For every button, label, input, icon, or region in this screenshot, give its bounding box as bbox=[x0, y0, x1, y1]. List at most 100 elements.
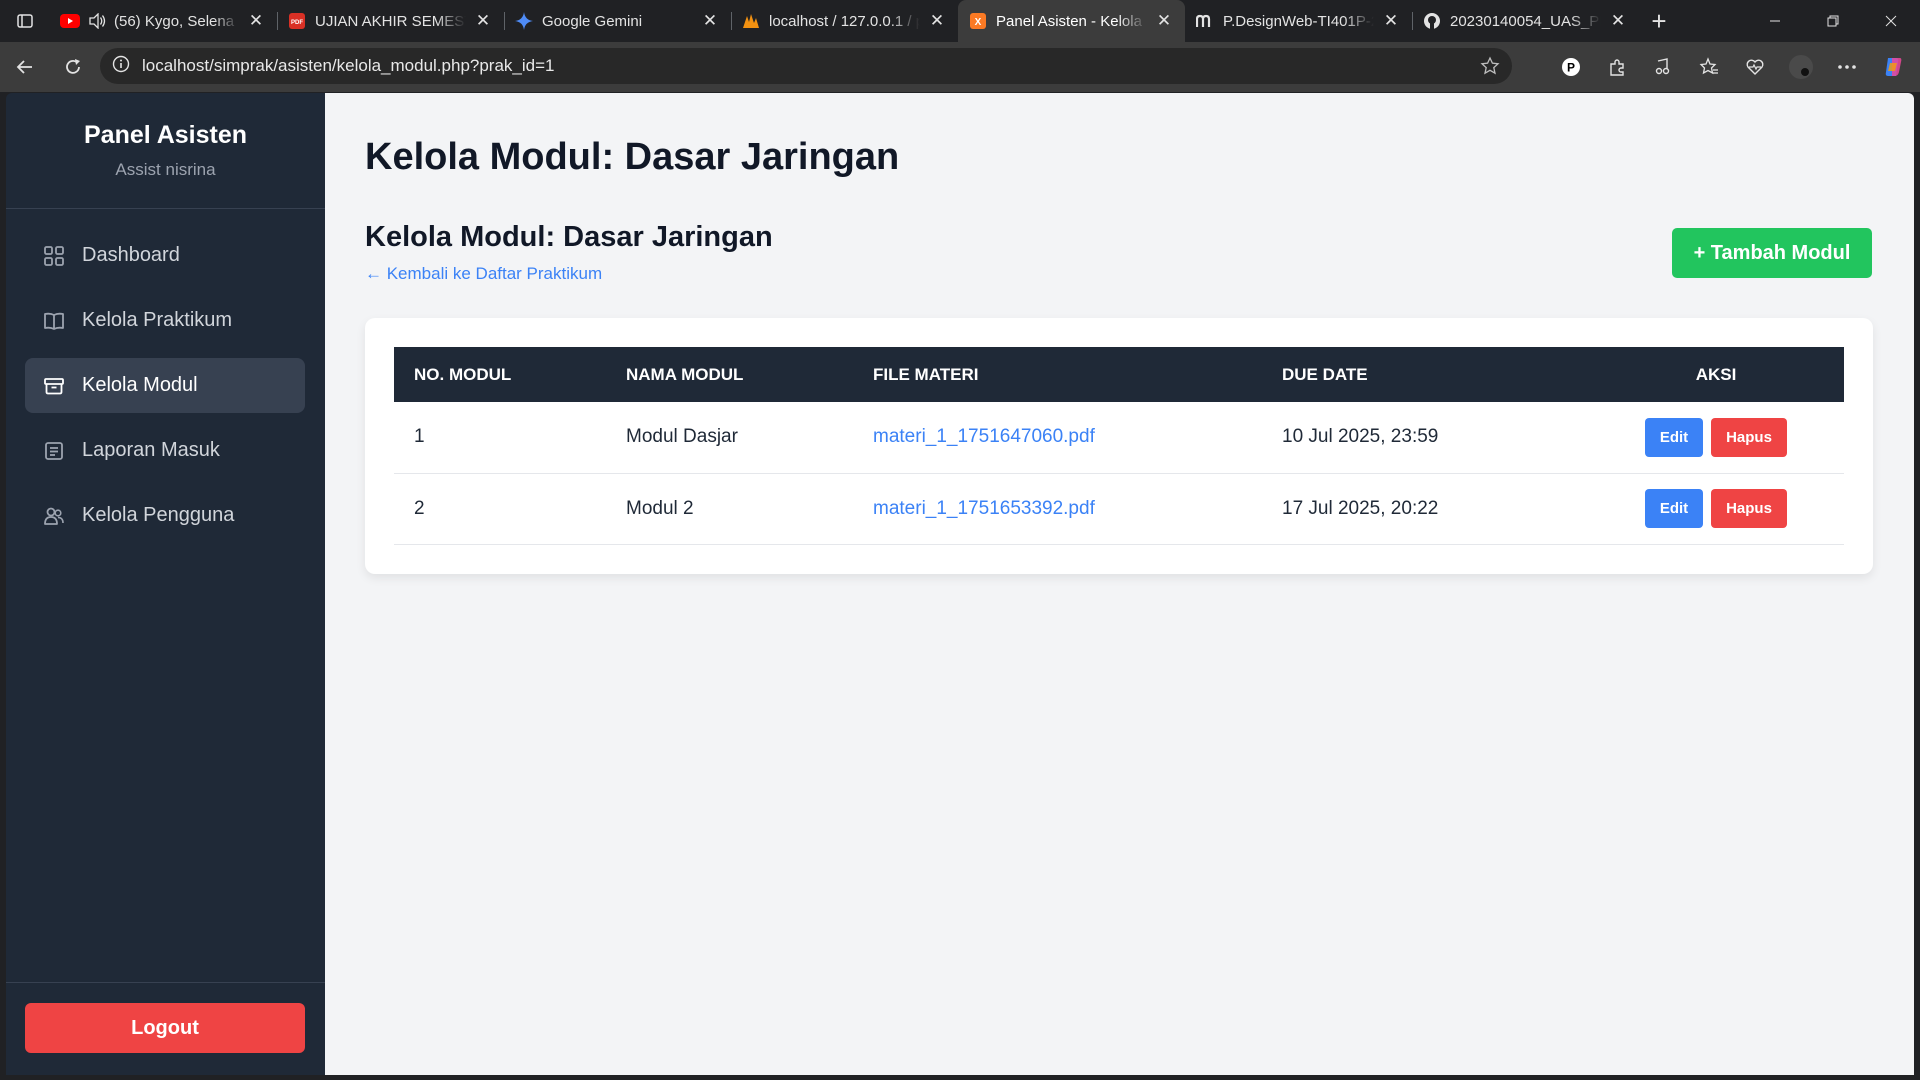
close-tab-icon[interactable]: ✕ bbox=[928, 11, 946, 30]
browser-tab[interactable]: P.DesignWeb-TI401P-2 ✕ bbox=[1185, 0, 1412, 42]
tab-title: (56) Kygo, Selena bbox=[114, 12, 235, 30]
speaker-icon[interactable] bbox=[88, 13, 106, 29]
restore-icon[interactable] bbox=[1804, 0, 1862, 42]
sidebar-item-kelola-praktikum[interactable]: Kelola Praktikum bbox=[25, 293, 305, 348]
section-title: Kelola Modul: Dasar Jaringan bbox=[365, 221, 773, 253]
add-module-button[interactable]: + Tambah Modul bbox=[1672, 228, 1872, 278]
close-tab-icon[interactable]: ✕ bbox=[474, 11, 492, 30]
logout-button[interactable]: Logout bbox=[25, 1003, 305, 1053]
browser-tab[interactable]: Google Gemini ✕ bbox=[504, 0, 731, 42]
modules-table-card: NO. MODUL NAMA MODUL FILE MATERI DUE DAT… bbox=[365, 318, 1873, 574]
edit-button[interactable]: Edit bbox=[1645, 417, 1703, 457]
browser-tab[interactable]: 20230140054_UAS_PD ✕ bbox=[1412, 0, 1639, 42]
web-page: Panel Asisten Assist nisrina Dashboard K… bbox=[6, 93, 1914, 1075]
table-row: 2 Modul 2 materi_1_1751653392.pdf 17 Jul… bbox=[394, 473, 1844, 544]
media-control-icon[interactable] bbox=[1640, 47, 1686, 87]
module-file-link[interactable]: materi_1_1751647060.pdf bbox=[873, 426, 1095, 447]
close-tab-icon[interactable]: ✕ bbox=[1609, 11, 1627, 30]
tab-title: localhost / 127.0.0.1 / p bbox=[769, 12, 920, 30]
browser-toolbar: localhost/simprak/asisten/kelola_modul.p… bbox=[0, 42, 1920, 92]
delete-button[interactable]: Hapus bbox=[1711, 489, 1787, 528]
close-tab-icon[interactable]: ✕ bbox=[701, 11, 719, 30]
sidebar-nav: Dashboard Kelola Praktikum Kelola Modul … bbox=[6, 209, 325, 543]
delete-button[interactable]: Hapus bbox=[1711, 417, 1787, 457]
extension-p-icon[interactable]: P bbox=[1548, 47, 1594, 87]
svg-text:X: X bbox=[975, 17, 982, 28]
tab-title: UJIAN AKHIR SEMESTER bbox=[315, 12, 466, 30]
table-header-row: NO. MODUL NAMA MODUL FILE MATERI DUE DAT… bbox=[394, 347, 1844, 402]
svg-text:PDF: PDF bbox=[291, 20, 303, 26]
module-number: 1 bbox=[414, 426, 425, 448]
sidebar-item-laporan-masuk[interactable]: Laporan Masuk bbox=[25, 423, 305, 478]
modules-table: NO. MODUL NAMA MODUL FILE MATERI DUE DAT… bbox=[394, 347, 1844, 545]
report-icon bbox=[42, 439, 66, 463]
module-file-link[interactable]: materi_1_1751653392.pdf bbox=[873, 498, 1095, 519]
column-header: NO. MODUL bbox=[414, 364, 512, 384]
module-due-date: 17 Jul 2025, 20:22 bbox=[1282, 497, 1439, 519]
grid-icon bbox=[42, 244, 66, 268]
browser-essentials-icon[interactable] bbox=[1732, 47, 1778, 87]
more-options-icon[interactable] bbox=[1824, 47, 1870, 87]
book-icon bbox=[42, 309, 66, 333]
page-title: Kelola Modul: Dasar Jaringan bbox=[365, 136, 900, 178]
table-row: 1 Modul Dasjar materi_1_1751647060.pdf 1… bbox=[394, 402, 1844, 473]
browser-tab[interactable]: localhost / 127.0.0.1 / p ✕ bbox=[731, 0, 958, 42]
sidebar-item-dashboard[interactable]: Dashboard bbox=[25, 228, 305, 283]
tab-title: 20230140054_UAS_PD bbox=[1450, 12, 1601, 30]
window-controls bbox=[1746, 0, 1920, 42]
module-name: Modul Dasjar bbox=[626, 426, 738, 448]
github-icon bbox=[1422, 12, 1442, 30]
tab-title: Google Gemini bbox=[542, 12, 643, 30]
minimize-icon[interactable] bbox=[1746, 0, 1804, 42]
new-tab-button[interactable]: + bbox=[1639, 0, 1679, 42]
svg-text:P: P bbox=[1567, 61, 1575, 75]
browser-tab-bar: (56) Kygo, Selena ✕ PDF UJIAN AKHIR SEME… bbox=[0, 0, 1920, 42]
site-info-icon[interactable] bbox=[112, 55, 130, 78]
favorite-star-icon[interactable] bbox=[1480, 56, 1500, 81]
sidebar-item-label: Kelola Praktikum bbox=[82, 309, 233, 331]
module-file-cell: materi_1_1751653392.pdf bbox=[853, 473, 1262, 544]
gemini-icon bbox=[514, 12, 534, 30]
sidebar-subtitle: Assist nisrina bbox=[115, 160, 216, 179]
sidebar-item-label: Laporan Masuk bbox=[82, 439, 220, 461]
browser-tab-active[interactable]: X Panel Asisten - Kelola M ✕ bbox=[958, 0, 1185, 42]
module-due-date: 10 Jul 2025, 23:59 bbox=[1282, 426, 1439, 448]
close-tab-icon[interactable]: ✕ bbox=[247, 11, 265, 30]
address-bar[interactable]: localhost/simprak/asisten/kelola_modul.p… bbox=[100, 48, 1512, 84]
edit-button[interactable]: Edit bbox=[1645, 489, 1703, 528]
pdf-icon: PDF bbox=[287, 12, 307, 30]
sidebar: Panel Asisten Assist nisrina Dashboard K… bbox=[6, 93, 325, 1075]
close-tab-icon[interactable]: ✕ bbox=[1155, 11, 1173, 30]
moodle-icon bbox=[1195, 12, 1215, 30]
url-text: localhost/simprak/asisten/kelola_modul.p… bbox=[142, 56, 555, 75]
sidebar-title: Panel Asisten bbox=[83, 121, 248, 149]
window-bottom-edge bbox=[0, 1075, 1920, 1080]
column-header: FILE MATERI bbox=[873, 364, 979, 384]
sidebar-item-kelola-pengguna[interactable]: Kelola Pengguna bbox=[25, 488, 305, 543]
users-icon bbox=[42, 504, 66, 528]
sidebar-item-label: Kelola Pengguna bbox=[82, 504, 235, 526]
sidebar-item-label: Kelola Modul bbox=[82, 374, 198, 396]
tab-actions-icon[interactable] bbox=[0, 0, 50, 42]
module-file-cell: materi_1_1751647060.pdf bbox=[853, 402, 1262, 473]
module-actions: Edit Hapus bbox=[1588, 402, 1844, 473]
column-header: AKSI bbox=[1695, 364, 1737, 384]
extensions-puzzle-icon[interactable] bbox=[1594, 47, 1640, 87]
copilot-icon[interactable] bbox=[1870, 47, 1916, 87]
profile-avatar-icon[interactable] bbox=[1778, 47, 1824, 87]
module-actions: Edit Hapus bbox=[1588, 473, 1844, 544]
column-header: NAMA MODUL bbox=[626, 364, 744, 384]
favorites-icon[interactable] bbox=[1686, 47, 1732, 87]
youtube-icon bbox=[60, 12, 80, 30]
close-window-icon[interactable] bbox=[1862, 0, 1920, 42]
sidebar-item-kelola-modul[interactable]: Kelola Modul bbox=[25, 358, 305, 413]
browser-tab[interactable]: PDF UJIAN AKHIR SEMESTER ✕ bbox=[277, 0, 504, 42]
close-tab-icon[interactable]: ✕ bbox=[1382, 11, 1400, 30]
back-arrow-icon[interactable] bbox=[2, 47, 48, 87]
module-number: 2 bbox=[414, 497, 425, 519]
tab-title: P.DesignWeb-TI401P-2 bbox=[1223, 12, 1374, 30]
reload-icon[interactable] bbox=[50, 47, 96, 87]
back-to-praktikum-link[interactable]: ← Kembali ke Daftar Praktikum bbox=[365, 264, 602, 284]
sidebar-footer: Logout bbox=[6, 982, 325, 1075]
browser-tab[interactable]: (56) Kygo, Selena ✕ bbox=[50, 0, 277, 42]
